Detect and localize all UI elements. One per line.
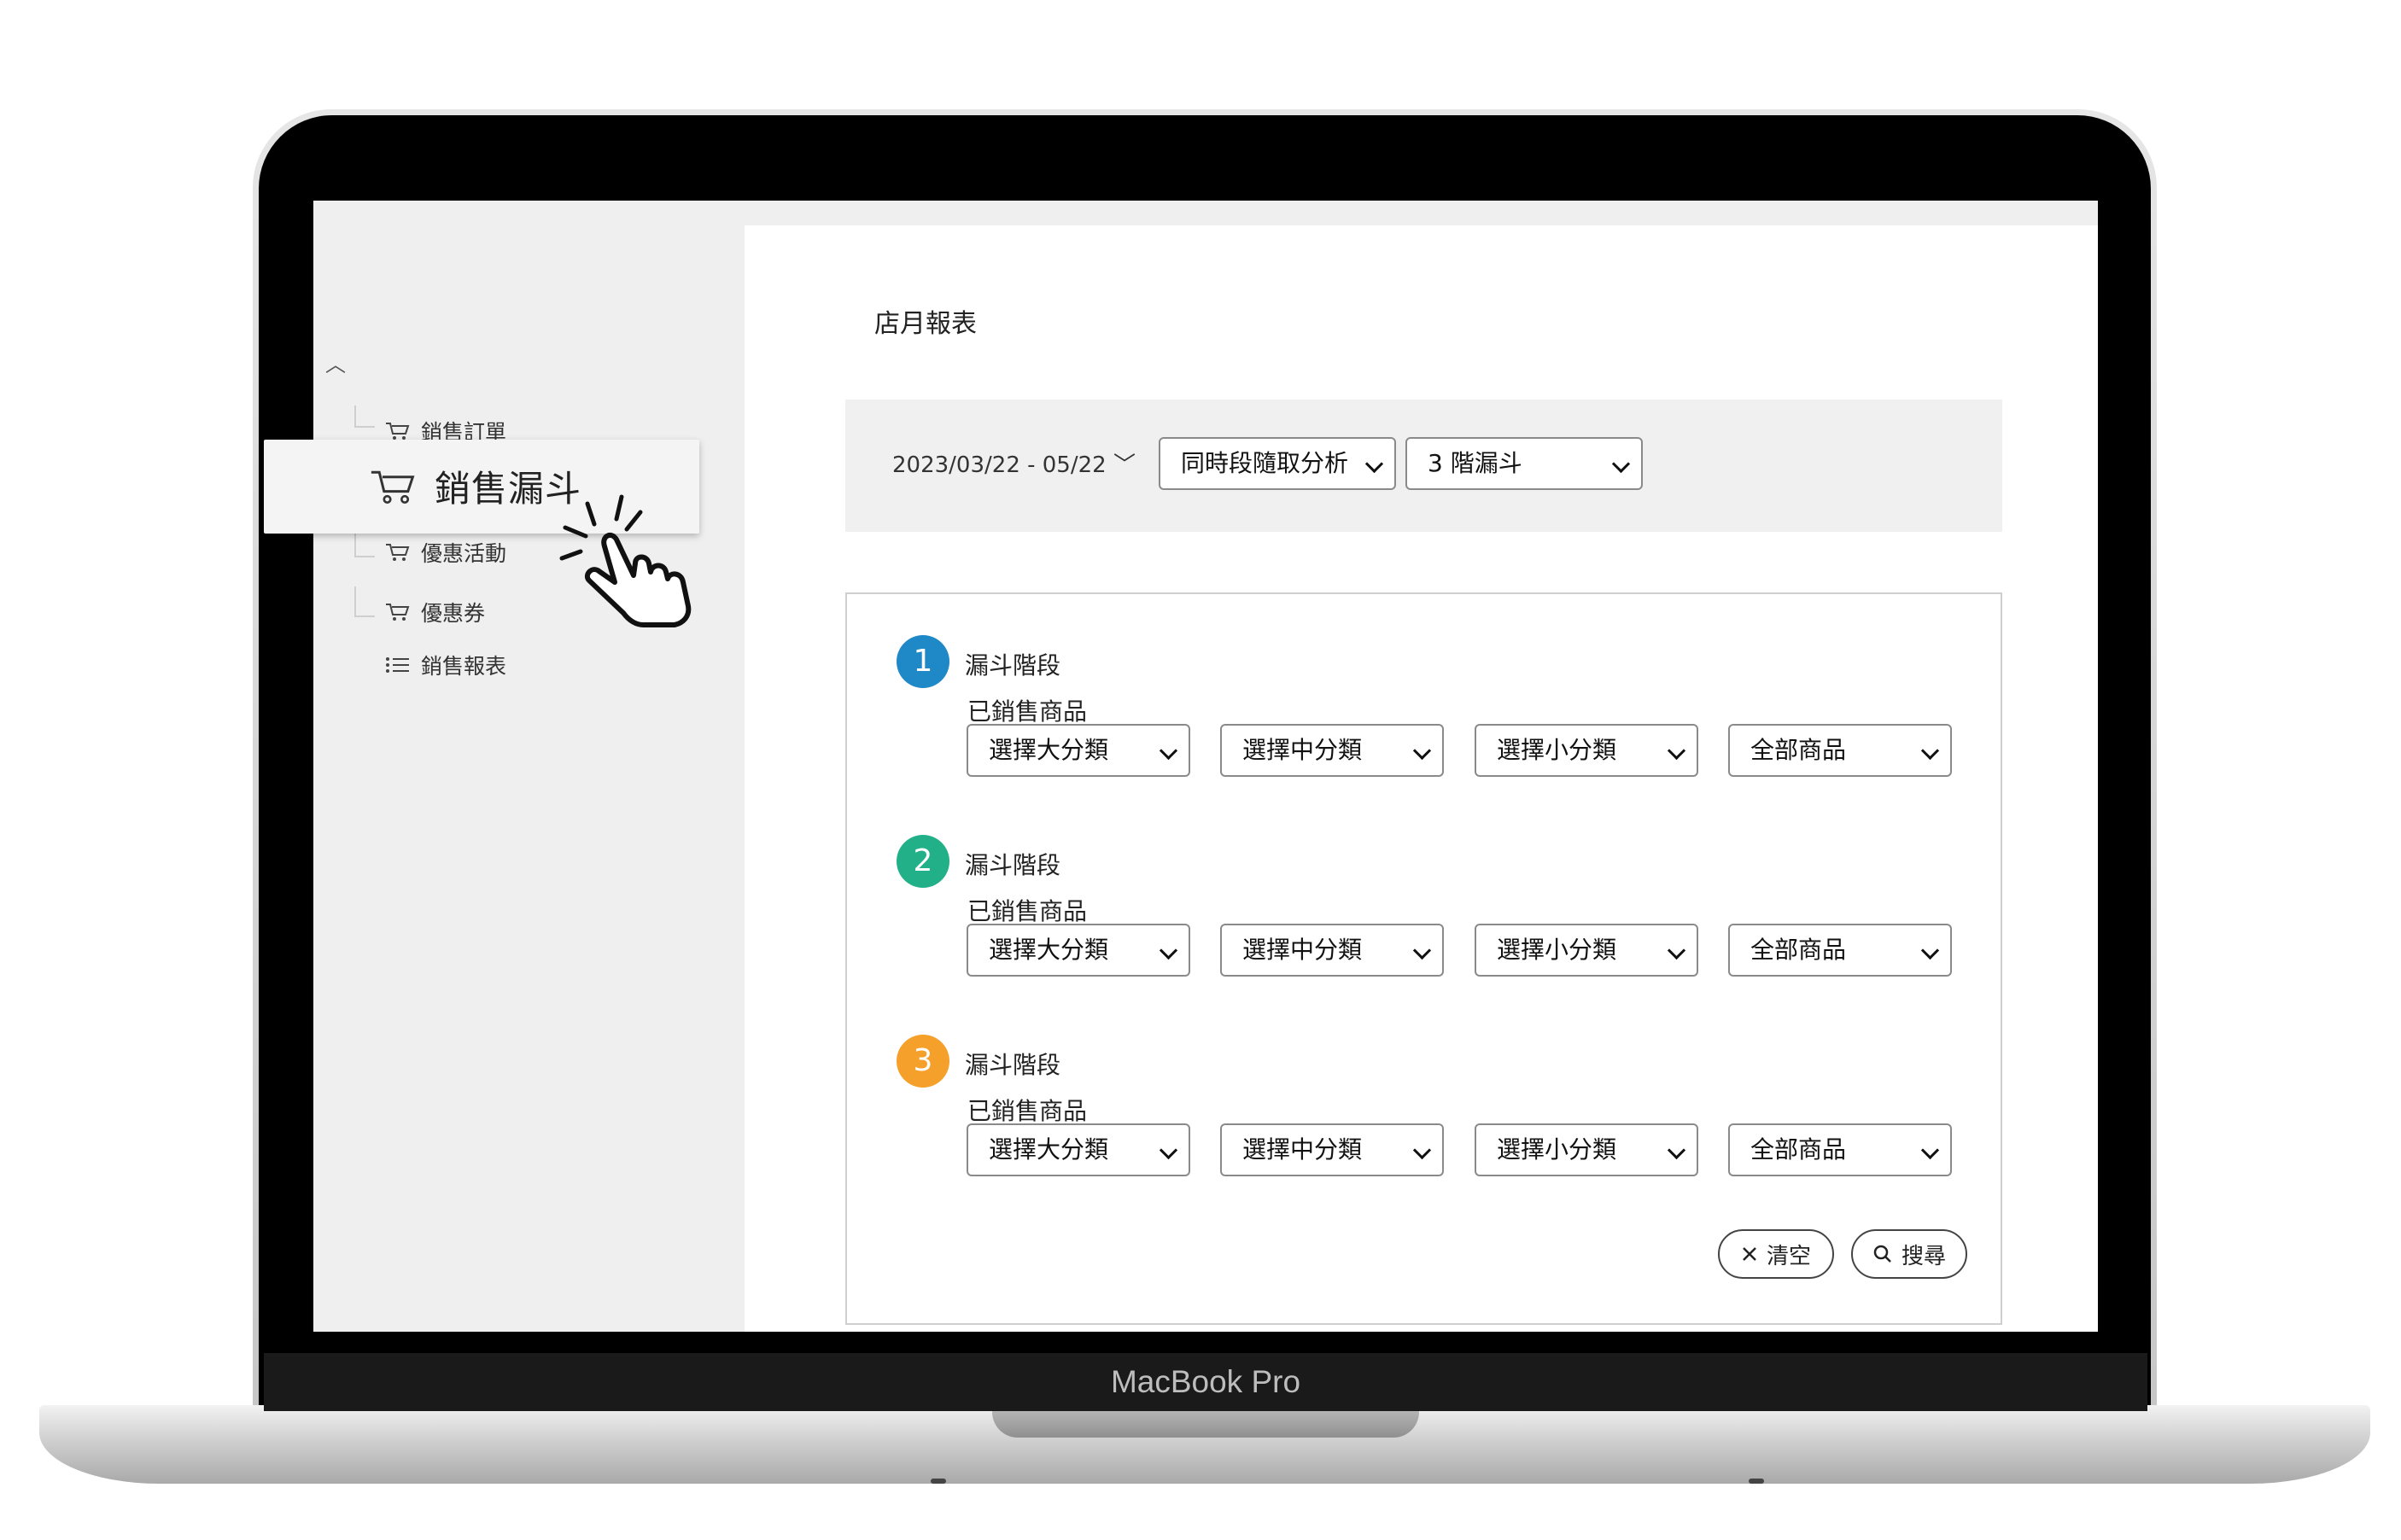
tree-connector: [354, 405, 375, 428]
cart-icon: [371, 470, 415, 504]
search-icon: [1873, 1245, 1891, 1263]
clear-button[interactable]: 清空: [1718, 1229, 1834, 1279]
chevron-down-icon: [1667, 941, 1686, 960]
select-value: 選擇大分類: [989, 936, 1109, 964]
chevron-down-icon: [1667, 741, 1686, 761]
select-value: 同時段隨取分析: [1181, 449, 1349, 477]
category-major-select[interactable]: 選擇大分類: [967, 924, 1190, 977]
stage-number-badge: 2: [897, 835, 949, 888]
sold-products-label: 已銷售商品: [967, 697, 1088, 726]
chevron-down-icon: [1159, 741, 1178, 761]
button-label: 搜尋: [1901, 1243, 1946, 1269]
stage-label: 漏斗階段: [965, 1051, 1061, 1079]
select-value: 選擇中分類: [1242, 936, 1363, 964]
product-select[interactable]: 全部商品: [1728, 1123, 1952, 1176]
analysis-mode-select[interactable]: 同時段隨取分析: [1159, 437, 1396, 490]
laptop-foot: [1749, 1479, 1764, 1484]
pointer-hand-icon: [559, 494, 692, 627]
category-mid-select[interactable]: 選擇中分類: [1220, 924, 1444, 977]
stage-number-badge: 1: [897, 635, 949, 688]
chevron-down-icon: ﹀: [1113, 452, 1136, 478]
select-value: 選擇中分類: [1242, 1135, 1363, 1164]
product-select[interactable]: 全部商品: [1728, 924, 1952, 977]
chevron-down-icon: [1364, 454, 1384, 474]
select-value: 選擇小分類: [1497, 936, 1617, 964]
sidebar-item-label: 優惠活動: [421, 541, 507, 566]
funnel-levels-select[interactable]: 3 階漏斗: [1405, 437, 1643, 490]
select-value: 選擇小分類: [1497, 736, 1617, 764]
stage-label: 漏斗階段: [965, 651, 1061, 680]
list-icon: [386, 657, 409, 673]
laptop-mockup: MacBook Pro ︿ 銷售訂單 優惠活動 優惠券 銷售報表 店月報表 20…: [0, 0, 2401, 1540]
select-value: 全部商品: [1750, 1135, 1847, 1164]
stage-number-badge: 3: [897, 1035, 949, 1088]
sold-products-label: 已銷售商品: [967, 1097, 1088, 1125]
category-mid-select[interactable]: 選擇中分類: [1220, 1123, 1444, 1176]
category-minor-select[interactable]: 選擇小分類: [1475, 924, 1698, 977]
category-major-select[interactable]: 選擇大分類: [967, 1123, 1190, 1176]
tree-connector: [354, 586, 375, 617]
sold-products-label: 已銷售商品: [967, 897, 1088, 925]
chevron-down-icon: [1159, 1140, 1178, 1160]
top-bar: [745, 201, 2098, 225]
faint-top-text: [313, 201, 745, 225]
sidebar: ︿ 銷售訂單 優惠活動 優惠券 銷售報表: [313, 201, 745, 1332]
sidebar-item-coupons[interactable]: 優惠券: [385, 597, 485, 627]
chevron-down-icon: [1159, 941, 1178, 960]
date-range-value: 2023/03/22 - 05/22: [892, 452, 1107, 478]
category-mid-select[interactable]: 選擇中分類: [1220, 724, 1444, 777]
search-button[interactable]: 搜尋: [1851, 1229, 1967, 1279]
page-title: 店月報表: [874, 309, 977, 339]
select-value: 全部商品: [1750, 936, 1847, 964]
cart-icon: [386, 423, 410, 440]
app-screen: ︿ 銷售訂單 優惠活動 優惠券 銷售報表 店月報表 2023/03/22 - 0…: [313, 201, 2098, 1332]
main-content: 店月報表 2023/03/22 - 05/22 ﹀ 同時段隨取分析 3 階漏斗: [745, 225, 2098, 1332]
chevron-down-icon: [1667, 1140, 1686, 1160]
chevron-down-icon: [1920, 741, 1940, 761]
sidebar-item-label: 銷售報表: [421, 654, 507, 679]
funnel-stages-panel: 1 漏斗階段 已銷售商品 選擇大分類 選擇中分類 選擇小分類 全部商品 2 漏斗…: [845, 592, 2002, 1325]
sidebar-item-label: 優惠券: [421, 601, 486, 626]
chevron-down-icon: [1412, 941, 1432, 960]
chevron-down-icon: [1920, 941, 1940, 960]
product-select[interactable]: 全部商品: [1728, 724, 1952, 777]
chevron-down-icon: [1611, 454, 1631, 474]
chevron-down-icon: [1920, 1140, 1940, 1160]
chevron-down-icon: [1412, 741, 1432, 761]
select-value: 3 階漏斗: [1428, 449, 1522, 477]
funnel-stage-3: 3 漏斗階段 已銷售商品 選擇大分類 選擇中分類 選擇小分類 全部商品: [897, 1035, 1972, 1188]
select-value: 選擇中分類: [1242, 736, 1363, 764]
select-value: 選擇大分類: [989, 1135, 1109, 1164]
laptop-foot: [931, 1479, 946, 1484]
select-value: 全部商品: [1750, 736, 1847, 764]
sidebar-item-promotions[interactable]: 優惠活動: [385, 537, 506, 568]
device-brand-label: MacBook Pro: [1110, 1364, 1301, 1399]
select-value: 選擇大分類: [989, 736, 1109, 764]
category-minor-select[interactable]: 選擇小分類: [1475, 724, 1698, 777]
funnel-stage-2: 2 漏斗階段 已銷售商品 選擇大分類 選擇中分類 選擇小分類 全部商品: [897, 835, 1972, 989]
date-range-picker[interactable]: 2023/03/22 - 05/22 ﹀: [892, 447, 1136, 479]
button-label: 清空: [1766, 1243, 1811, 1269]
cart-icon: [386, 544, 410, 561]
filter-bar: 2023/03/22 - 05/22 ﹀ 同時段隨取分析 3 階漏斗: [845, 400, 2002, 532]
close-icon: [1743, 1247, 1756, 1261]
category-minor-select[interactable]: 選擇小分類: [1475, 1123, 1698, 1176]
chevron-down-icon: [1412, 1140, 1432, 1160]
sidebar-item-sales-reports[interactable]: 銷售報表: [385, 650, 506, 680]
chevron-up-icon[interactable]: ︿: [325, 347, 346, 377]
funnel-stage-1: 1 漏斗階段 已銷售商品 選擇大分類 選擇中分類 選擇小分類 全部商品: [897, 635, 1972, 789]
cart-icon: [386, 604, 410, 621]
category-major-select[interactable]: 選擇大分類: [967, 724, 1190, 777]
select-value: 選擇小分類: [1497, 1135, 1617, 1164]
stage-label: 漏斗階段: [965, 851, 1061, 879]
